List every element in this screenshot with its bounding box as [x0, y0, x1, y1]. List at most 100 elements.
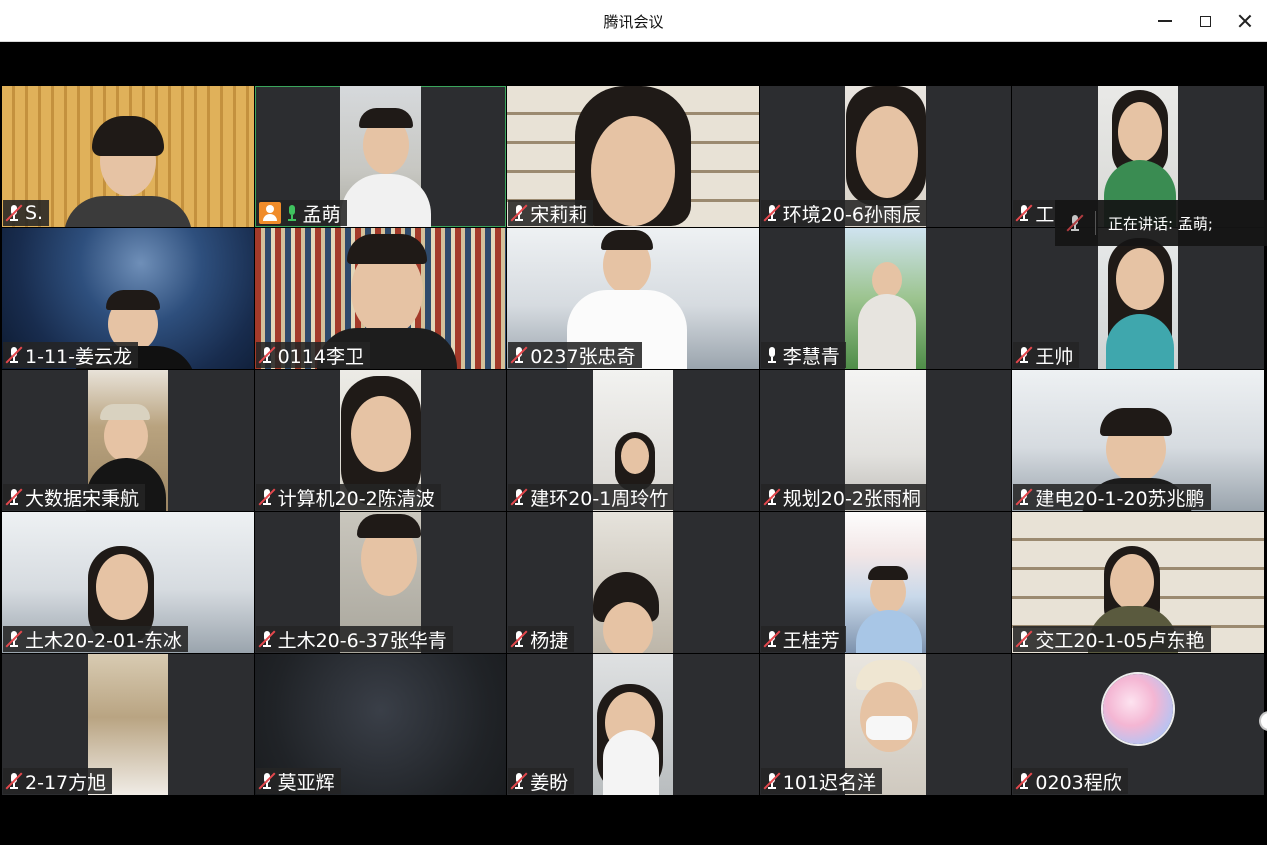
participant-name: 计算机20-2陈清波 — [277, 487, 435, 510]
participant-face — [871, 262, 902, 298]
participant-name: 1-11-姜云龙 — [25, 345, 132, 368]
participant-nameplate: 1-11-姜云龙 — [3, 342, 138, 368]
participant-tile[interactable]: 王桂芳 — [759, 512, 1012, 653]
participant-tile[interactable]: 姜盼 — [507, 654, 759, 795]
participant-tile[interactable]: 宋莉莉 — [507, 86, 759, 227]
participant-name: 0237张忠奇 — [530, 345, 636, 368]
participant-tile[interactable]: 环境20-6孙雨辰 — [759, 86, 1012, 227]
participant-tile[interactable]: 2-17方旭 — [2, 654, 254, 795]
participant-tile[interactable]: 李慧青 — [759, 228, 1012, 369]
participant-name: 建电20-1-20苏兆鹏 — [1035, 487, 1205, 510]
participant-nameplate: S. — [3, 200, 50, 226]
host-icon — [258, 202, 281, 224]
participant-tile[interactable]: 大数据宋秉航 — [2, 370, 254, 511]
mic-muted-icon — [258, 345, 276, 365]
participant-tile[interactable]: 建电20-1-20苏兆鹏 — [1012, 370, 1264, 511]
close-button[interactable] — [1225, 6, 1265, 36]
participant-face — [603, 602, 654, 653]
participant-tile[interactable]: 王帅 — [1012, 228, 1264, 369]
mic-live-icon — [284, 203, 300, 223]
mic-muted-icon — [510, 771, 528, 791]
participant-nameplate: 大数据宋秉航 — [3, 484, 146, 510]
mic-muted-icon — [763, 203, 781, 223]
participant-nameplate: 0237张忠奇 — [508, 342, 642, 368]
participant-tile[interactable]: 规划20-2张雨桐 — [759, 370, 1012, 511]
mic-muted-icon — [258, 629, 276, 649]
participant-name: 0114李卫 — [277, 345, 364, 368]
participant-tile[interactable]: S. — [2, 86, 254, 227]
participant-name: 大数据宋秉航 — [25, 487, 140, 510]
participant-tile[interactable]: 土木20-6-37张华青 — [254, 512, 507, 653]
participant-face — [621, 438, 650, 474]
participant-nameplate: 姜盼 — [508, 768, 575, 794]
mic-muted-icon — [5, 345, 23, 365]
participant-name: 101迟名洋 — [782, 771, 877, 794]
participant-name: 王帅 — [1035, 345, 1074, 368]
mic-muted-icon — [1066, 213, 1084, 233]
participant-tile[interactable]: 0114李卫 — [254, 228, 507, 369]
maximize-icon — [1199, 15, 1211, 27]
participant-tile[interactable]: 建环20-1周玲竹 — [507, 370, 759, 511]
title-bar: 腾讯会议 — [0, 0, 1267, 42]
participant-name: 莫亚辉 — [277, 771, 335, 794]
mic-muted-icon — [763, 629, 781, 649]
mic-muted-icon — [1015, 203, 1033, 223]
participant-nameplate: 莫亚辉 — [255, 768, 341, 794]
mic-muted-icon — [5, 487, 23, 507]
speaking-indicator: 正在讲话: 孟萌; — [1055, 200, 1267, 246]
minimize-icon — [1158, 20, 1172, 22]
minimize-button[interactable] — [1145, 6, 1185, 36]
participant-nameplate: 王帅 — [1013, 342, 1080, 368]
participant-name: 杨捷 — [530, 629, 569, 652]
window-title: 腾讯会议 — [603, 13, 664, 31]
participant-avatar — [1103, 674, 1174, 744]
speaking-indicator-text: 正在讲话: 孟萌; — [1108, 214, 1213, 233]
participant-nameplate: 规划20-2张雨桐 — [760, 484, 927, 510]
participant-tile[interactable]: 0203程欣 — [1012, 654, 1264, 795]
participant-name: S. — [25, 202, 44, 224]
mic-on-icon — [764, 345, 780, 365]
mic-muted-icon — [763, 771, 781, 791]
participant-name: 姜盼 — [530, 771, 569, 794]
participant-nameplate: 杨捷 — [508, 626, 575, 652]
participant-name: 建环20-1周玲竹 — [530, 487, 669, 510]
mic-muted-icon — [5, 203, 23, 223]
participant-nameplate: 交工20-1-05卢东艳 — [1013, 626, 1211, 652]
participant-name: 2-17方旭 — [25, 771, 107, 794]
participant-tile[interactable]: 土木20-2-01-东冰 — [2, 512, 254, 653]
mic-muted-icon — [1015, 345, 1033, 365]
mic-muted-icon — [510, 345, 528, 365]
mic-muted-icon — [1015, 629, 1033, 649]
participant-tile[interactable]: 101迟名洋 — [759, 654, 1012, 795]
mic-muted-icon — [1015, 487, 1033, 507]
participant-tile[interactable]: 0237张忠奇 — [507, 228, 759, 369]
participant-tile[interactable]: 交工20-1-05卢东艳 — [1012, 512, 1264, 653]
participant-name: 土木20-2-01-东冰 — [25, 629, 183, 652]
participant-face — [350, 396, 411, 472]
mic-muted-icon — [510, 629, 528, 649]
participant-name: 环境20-6孙雨辰 — [782, 203, 921, 226]
participant-tile[interactable]: 1-11-姜云龙 — [2, 228, 254, 369]
mic-muted-icon — [510, 203, 528, 223]
participant-name: 规划20-2张雨桐 — [782, 487, 921, 510]
participant-name: 王桂芳 — [782, 629, 840, 652]
mic-muted-icon — [510, 487, 528, 507]
participant-nameplate: 0114李卫 — [255, 342, 370, 368]
mic-muted-icon — [258, 771, 276, 791]
participant-name: 0203程欣 — [1035, 771, 1122, 794]
participant-tile[interactable]: 计算机20-2陈清波 — [254, 370, 507, 511]
participant-nameplate: 土木20-6-37张华青 — [255, 626, 453, 652]
participant-tile-active-speaker[interactable]: 孟萌 — [254, 86, 507, 227]
participant-tile[interactable]: 莫亚辉 — [254, 654, 507, 795]
participant-name: 土木20-6-37张华青 — [277, 629, 447, 652]
participant-face — [855, 106, 918, 198]
participant-nameplate: 0203程欣 — [1013, 768, 1128, 794]
participant-face — [591, 116, 676, 226]
maximize-button[interactable] — [1185, 6, 1225, 36]
participant-tile[interactable]: 杨捷 — [507, 512, 759, 653]
mic-muted-icon — [5, 771, 23, 791]
mic-muted-icon — [1015, 771, 1033, 791]
participant-nameplate: 孟萌 — [255, 200, 347, 226]
divider — [1095, 211, 1096, 235]
participant-name: 孟萌 — [302, 203, 341, 226]
